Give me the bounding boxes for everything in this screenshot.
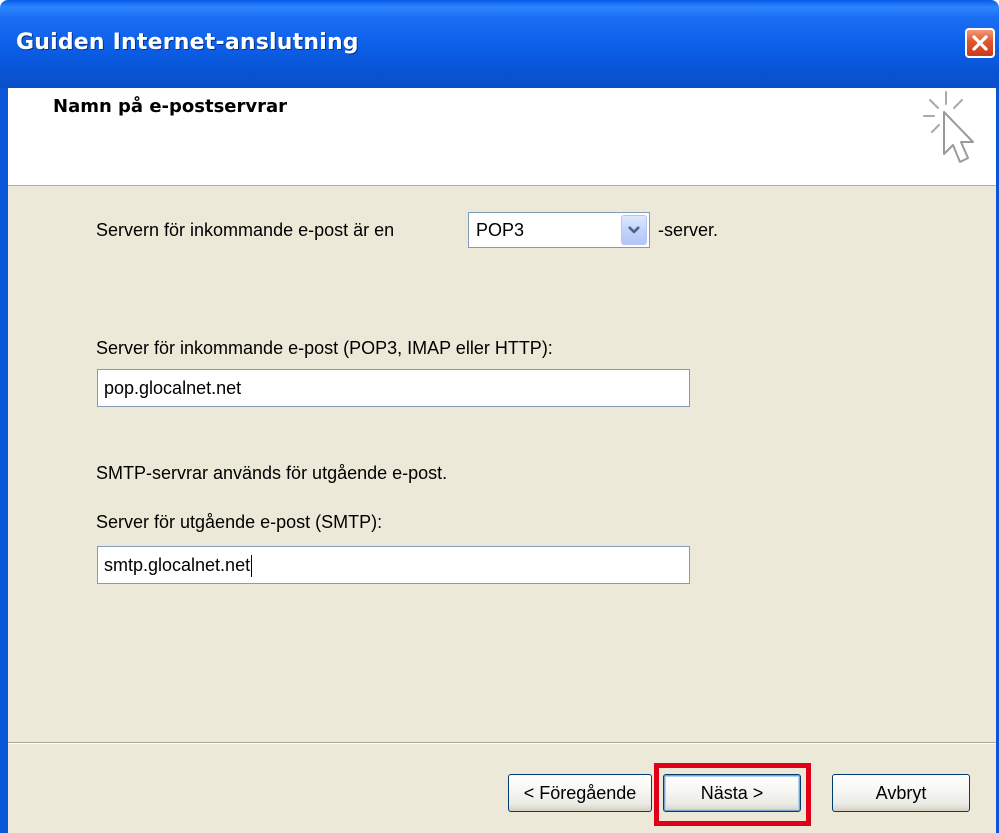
text-caret bbox=[251, 555, 253, 578]
incoming-server-value: pop.glocalnet.net bbox=[104, 378, 242, 398]
server-type-select[interactable]: POP3 bbox=[468, 212, 650, 248]
wizard-window: Guiden Internet-anslutning Namn på e-pos… bbox=[0, 0, 999, 833]
server-type-value: POP3 bbox=[476, 220, 525, 240]
window-title: Guiden Internet-anslutning bbox=[16, 30, 359, 55]
close-icon bbox=[972, 35, 988, 51]
server-type-label: Servern för inkommande e-post är en bbox=[96, 220, 395, 240]
smtp-info-text: SMTP-servrar används för utgående e-post… bbox=[96, 463, 448, 483]
outgoing-server-input[interactable]: smtp.glocalnet.net bbox=[97, 546, 690, 584]
incoming-server-input[interactable]: pop.glocalnet.net bbox=[97, 369, 690, 407]
wizard-header: Namn på e-postservrar bbox=[8, 88, 996, 186]
back-button[interactable]: < Föregående bbox=[508, 774, 652, 812]
close-button[interactable] bbox=[965, 28, 995, 58]
page-title: Namn på e-postservrar bbox=[53, 96, 288, 117]
next-button[interactable]: Nästa > bbox=[663, 774, 801, 812]
incoming-server-label: Server för inkommande e-post (POP3, IMAP… bbox=[96, 338, 553, 358]
window-frame-left bbox=[0, 88, 8, 833]
title-bar[interactable]: Guiden Internet-anslutning bbox=[0, 0, 999, 88]
dropdown-button[interactable] bbox=[621, 215, 647, 245]
server-type-suffix: -server. bbox=[658, 220, 719, 240]
wizard-body: Servern för inkommande e-post är en POP3… bbox=[8, 186, 996, 833]
button-separator bbox=[8, 742, 996, 744]
chevron-down-icon bbox=[628, 226, 640, 234]
outgoing-server-value: smtp.glocalnet.net bbox=[104, 555, 251, 575]
outgoing-server-label: Server för utgående e-post (SMTP): bbox=[96, 512, 383, 532]
cancel-button[interactable]: Avbryt bbox=[832, 774, 970, 812]
wizard-cursor-icon bbox=[923, 91, 974, 163]
